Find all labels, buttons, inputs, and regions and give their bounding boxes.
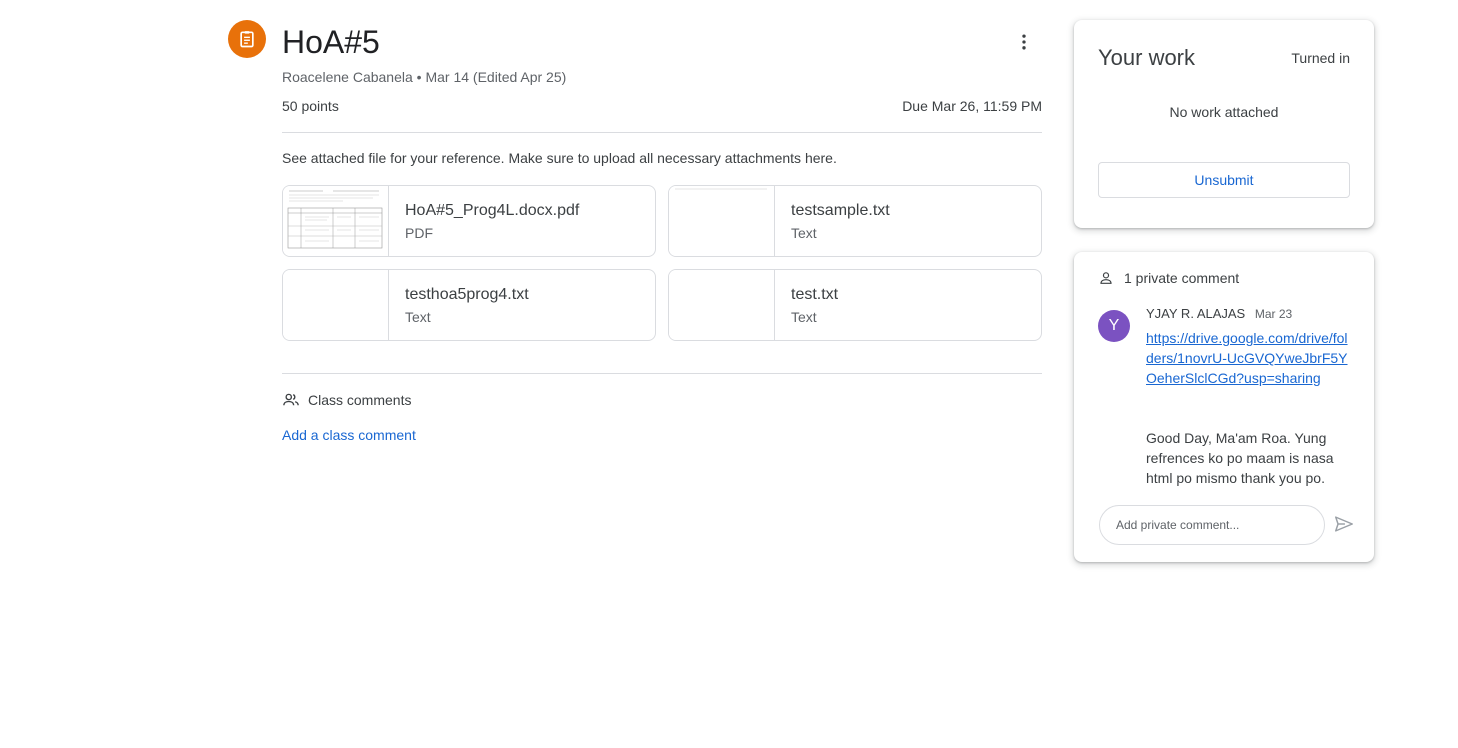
no-work-text: No work attached: [1169, 104, 1279, 120]
text-thumbnail: [669, 270, 775, 340]
attachment-name: testsample.txt: [791, 202, 890, 219]
more-vert-icon: [1022, 34, 1026, 50]
attachment-type: Text: [791, 225, 817, 241]
due-date: Due Mar 26, 11:59 PM: [902, 98, 1042, 114]
person-icon: [1100, 272, 1112, 284]
comment-date: Mar 23: [1254, 307, 1293, 321]
assignment-instructions: See attached file for your reference. Ma…: [282, 150, 837, 166]
send-button[interactable]: [1332, 512, 1356, 536]
unsubmit-button[interactable]: Unsubmit: [1098, 162, 1350, 198]
private-comments-header: 1 private comment: [1098, 270, 1239, 286]
assignment-points: 50 points: [282, 98, 339, 114]
assignment-meta: Roacelene Cabanela • Mar 14 (Edited Apr …: [282, 69, 567, 85]
text-thumbnail: [669, 186, 775, 256]
pdf-thumbnail: [283, 186, 389, 256]
private-comments-card: 1 private comment Y YJAY R. ALAJAS Mar 2…: [1074, 252, 1374, 562]
attachment-type: Text: [791, 309, 817, 325]
people-icon: [283, 393, 299, 406]
text-thumbnail: [283, 270, 389, 340]
comment-text: Good Day, Ma'am Roa. Yung refrences ko p…: [1146, 430, 1334, 486]
comments-divider: [282, 373, 1042, 374]
your-work-card: Your work Turned in No work attached Uns…: [1074, 20, 1374, 228]
assignment-icon: [228, 20, 266, 58]
submission-status: Turned in: [1291, 50, 1350, 66]
more-options-button[interactable]: [1006, 24, 1042, 60]
attachment-card[interactable]: testhoa5prog4.txt Text: [282, 269, 656, 341]
comment-author-line: YJAY R. ALAJAS Mar 23: [1146, 306, 1292, 321]
assignment-title: HoA#5: [282, 24, 380, 60]
attachment-type: PDF: [405, 225, 433, 241]
your-work-title: Your work: [1098, 45, 1196, 70]
add-class-comment-link[interactable]: Add a class comment: [282, 426, 416, 444]
attachment-card[interactable]: test.txt Text: [668, 269, 1042, 341]
assignment-page: HoA#5 Roacelene Cabanela • Mar 14 (Edite…: [0, 0, 1458, 748]
avatar: Y: [1098, 310, 1130, 342]
attachment-card[interactable]: HoA#5_Prog4L.docx.pdf PDF: [282, 185, 656, 257]
attachment-name: testhoa5prog4.txt: [405, 286, 529, 303]
header-divider: [282, 132, 1042, 133]
comment-link[interactable]: https://drive.google.com/drive/folders/1…: [1146, 328, 1350, 388]
class-comments-header: Class comments: [282, 391, 411, 409]
attachment-name: HoA#5_Prog4L.docx.pdf: [405, 202, 580, 219]
private-comments-count: 1 private comment: [1124, 270, 1240, 286]
send-icon: [1335, 516, 1353, 532]
attachment-card[interactable]: testsample.txt Text: [668, 185, 1042, 257]
comment-author: YJAY R. ALAJAS: [1146, 306, 1246, 321]
private-comment-input[interactable]: [1099, 505, 1325, 545]
attachment-name: test.txt: [791, 286, 839, 303]
class-comments-label: Class comments: [308, 392, 412, 408]
attachment-type: Text: [405, 309, 431, 325]
